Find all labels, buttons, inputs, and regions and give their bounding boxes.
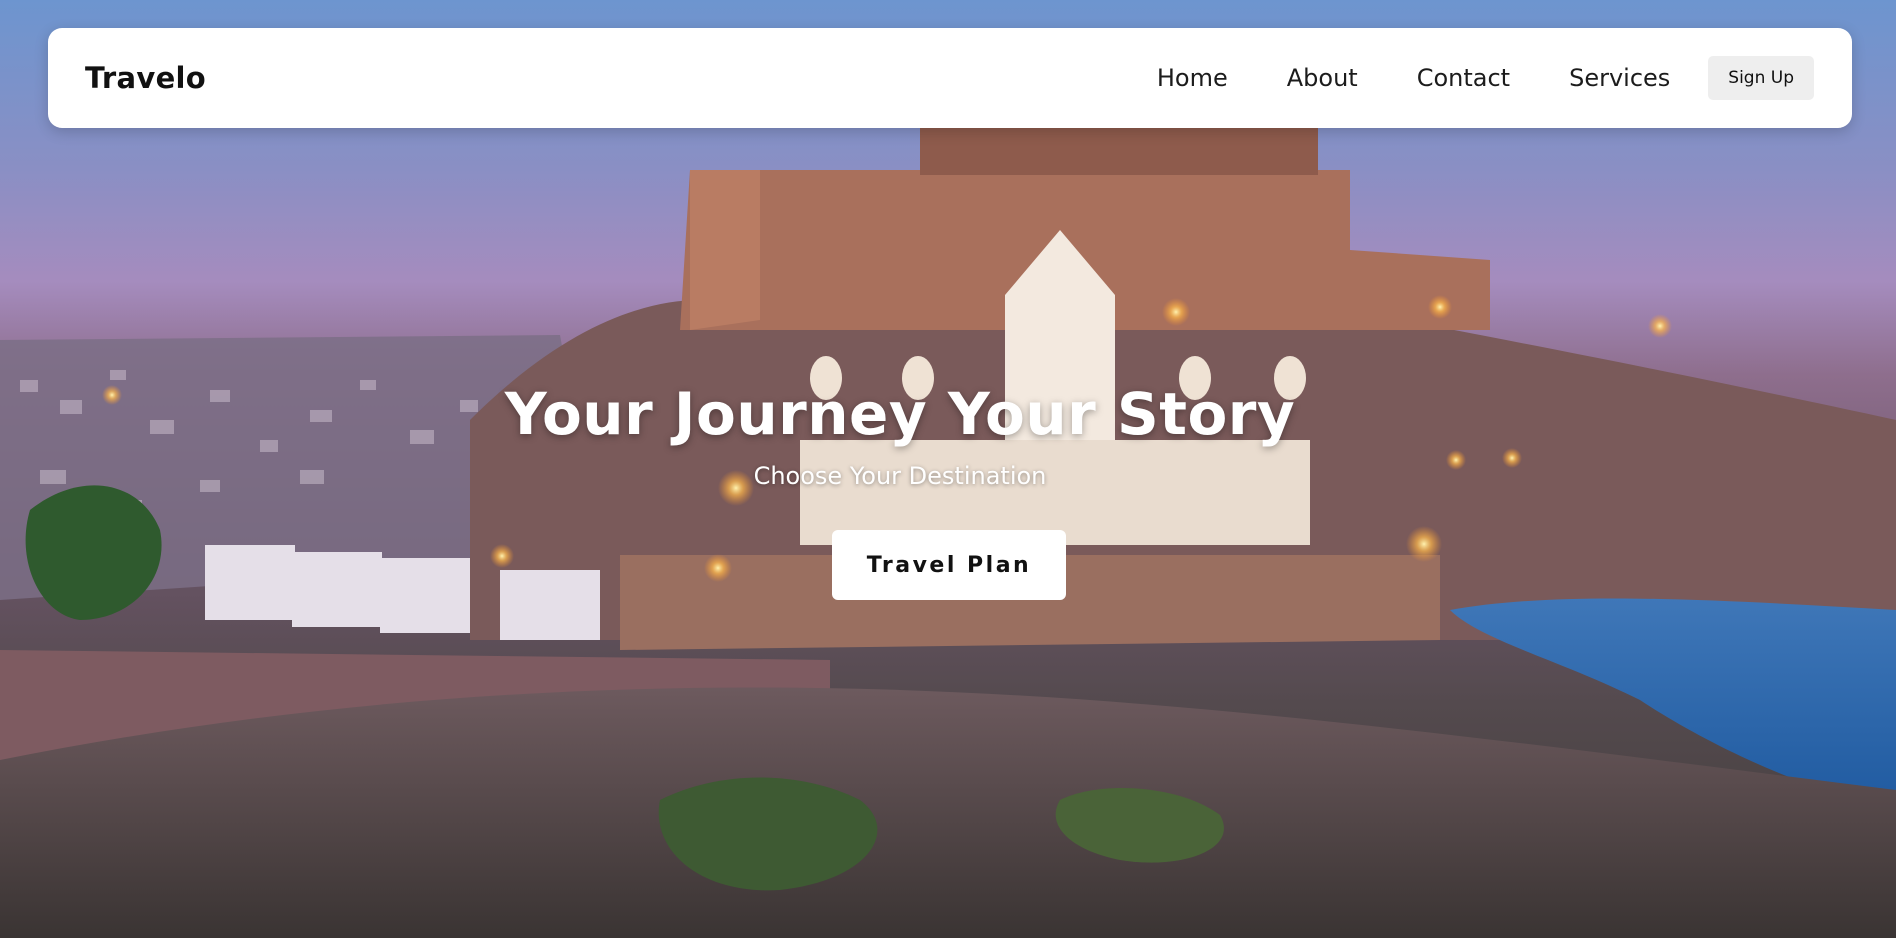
hero-subtitle: Choose Your Destination	[753, 462, 1047, 490]
brand-logo[interactable]: Travelo	[85, 61, 206, 95]
hero-content: Your Journey Your Story Choose Your Dest…	[0, 380, 1896, 490]
nav-link-services[interactable]: Services	[1569, 64, 1670, 92]
nav-link-contact[interactable]: Contact	[1417, 64, 1510, 92]
travel-plan-button[interactable]: Travel Plan	[832, 530, 1066, 600]
nav-link-about[interactable]: About	[1287, 64, 1358, 92]
sign-up-button[interactable]: Sign Up	[1708, 56, 1814, 100]
hero-title: Your Journey Your Story	[504, 380, 1296, 448]
nav-link-home[interactable]: Home	[1157, 64, 1228, 92]
top-navbar: Travelo Home About Contact Services Sign…	[48, 28, 1852, 128]
hero-section: Your Journey Your Story Choose Your Dest…	[0, 0, 1896, 938]
nav-menu: Home About Contact Services Sign Up	[1157, 56, 1814, 100]
